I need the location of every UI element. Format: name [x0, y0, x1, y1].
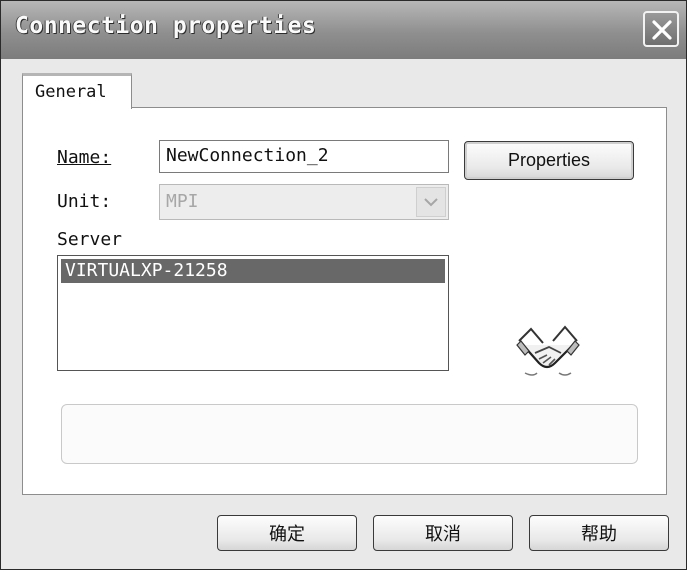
name-label-text: Name: — [57, 147, 112, 168]
server-list[interactable]: VIRTUALXP-21258 — [57, 255, 449, 371]
tab-general[interactable]: General — [22, 73, 132, 109]
connection-properties-dialog: Connection properties General Name: NewC… — [0, 0, 687, 570]
close-button[interactable] — [643, 11, 679, 47]
close-icon — [652, 20, 672, 40]
server-list-item[interactable]: VIRTUALXP-21258 — [61, 259, 445, 283]
tab-general-label: General — [35, 82, 107, 102]
ok-button[interactable]: 确定 — [217, 515, 357, 551]
name-label: Name: — [57, 147, 111, 168]
cancel-button[interactable]: 取消 — [373, 515, 513, 551]
status-box — [61, 404, 638, 464]
unit-select[interactable]: MPI — [159, 184, 449, 220]
title-bar[interactable]: Connection properties — [1, 1, 686, 59]
unit-select-value: MPI — [166, 191, 199, 212]
window-title: Connection properties — [15, 13, 317, 39]
server-label: Server — [57, 229, 123, 250]
unit-dropdown-button[interactable] — [416, 187, 446, 217]
handshake-icon — [516, 325, 580, 376]
properties-button[interactable]: Properties — [464, 141, 634, 180]
help-button[interactable]: 帮助 — [529, 515, 669, 551]
unit-label: Unit: — [57, 191, 112, 212]
chevron-down-icon — [424, 198, 438, 207]
name-field[interactable]: NewConnection_2 — [159, 140, 449, 173]
